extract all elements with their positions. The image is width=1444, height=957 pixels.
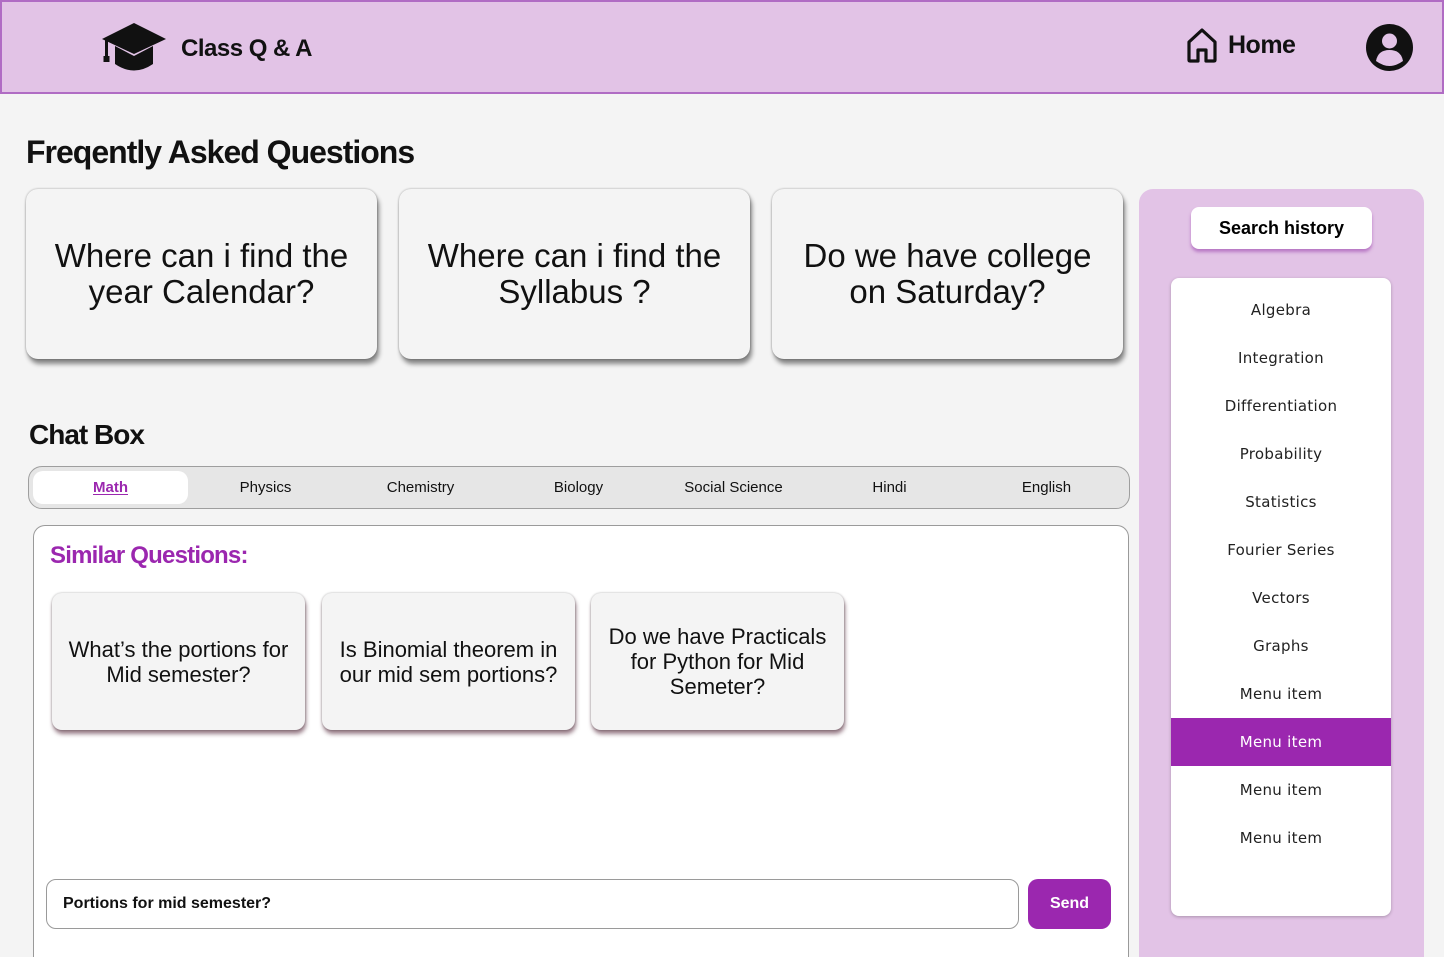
history-item[interactable]: Graphs (1171, 622, 1391, 670)
tab-social-science[interactable]: Social Science (656, 471, 811, 504)
similar-questions-title: Similar Questions: (50, 542, 248, 569)
home-label: Home (1228, 30, 1296, 59)
app-header: Class Q & A Home (0, 0, 1444, 94)
search-history-panel: Search history Algebra Integration Diffe… (1139, 189, 1424, 957)
graduation-cap-icon (102, 23, 166, 71)
history-item[interactable]: Probability (1171, 430, 1391, 478)
user-avatar-icon[interactable] (1366, 24, 1413, 71)
subject-tabs: Math Physics Chemistry Biology Social Sc… (28, 466, 1130, 509)
tab-hindi[interactable]: Hindi (812, 471, 967, 504)
similar-question-card[interactable]: Do we have Practicals for Python for Mid… (591, 593, 844, 730)
history-item[interactable]: Statistics (1171, 478, 1391, 526)
history-item[interactable]: Algebra (1171, 286, 1391, 334)
tab-english[interactable]: English (969, 471, 1124, 504)
faq-card[interactable]: Do we have college on Saturday? (772, 189, 1123, 359)
brand[interactable]: Class Q & A (100, 20, 313, 76)
history-item[interactable]: Differentiation (1171, 382, 1391, 430)
faq-title: Freqently Asked Questions (26, 134, 415, 170)
history-item[interactable]: Menu item (1171, 766, 1391, 814)
chat-box-title: Chat Box (29, 419, 145, 450)
history-item-selected[interactable]: Menu item (1171, 718, 1391, 766)
tab-chemistry[interactable]: Chemistry (343, 471, 498, 504)
tab-biology[interactable]: Biology (501, 471, 656, 504)
message-input[interactable] (46, 879, 1019, 929)
send-button[interactable]: Send (1028, 879, 1111, 929)
similar-question-card[interactable]: What’s the portions for Mid semester? (52, 593, 305, 730)
home-icon (1187, 28, 1217, 63)
similar-question-card[interactable]: Is Binomial theorem in our mid sem porti… (322, 593, 575, 730)
history-item[interactable]: Fourier Series (1171, 526, 1391, 574)
search-history-button[interactable]: Search history (1191, 207, 1372, 249)
tab-math[interactable]: Math (33, 471, 188, 504)
history-item[interactable]: Menu item (1171, 670, 1391, 718)
history-item[interactable]: Menu item (1171, 814, 1391, 862)
search-history-menu: Algebra Integration Differentiation Prob… (1171, 278, 1391, 916)
home-link[interactable]: Home (1185, 26, 1296, 64)
faq-card[interactable]: Where can i find the year Calendar? (26, 189, 377, 359)
tab-physics[interactable]: Physics (188, 471, 343, 504)
history-item[interactable]: Integration (1171, 334, 1391, 382)
history-item[interactable]: Vectors (1171, 574, 1391, 622)
faq-card[interactable]: Where can i find the Syllabus ? (399, 189, 750, 359)
app-name: Class Q & A (181, 35, 313, 62)
chat-panel: Similar Questions: What’s the portions f… (33, 525, 1129, 957)
